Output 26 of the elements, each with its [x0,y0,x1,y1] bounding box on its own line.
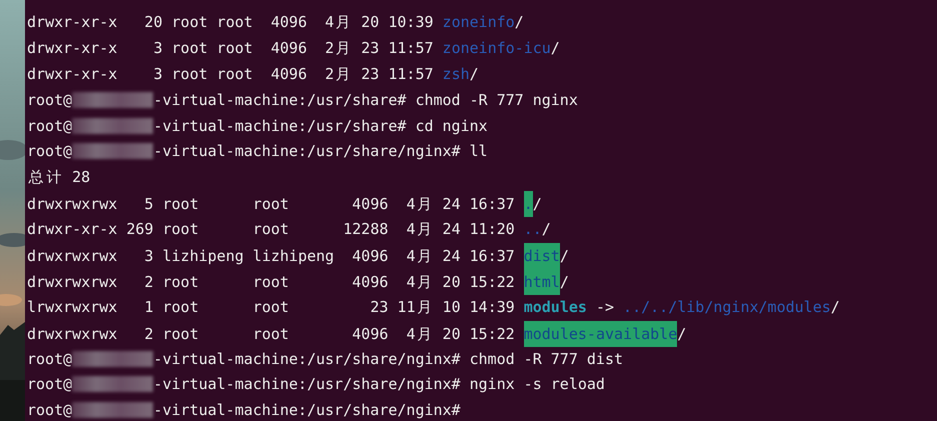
file-details: drwxrwxrwx 2 root root 4096 4月 20 15:22 [27,272,516,291]
file-details: drwxrwxrwx 2 root root 4096 4月 20 15:22 [27,324,516,343]
file-details: drwxr-xr-x 3 root root 4096 2月 23 11:57 [27,64,434,83]
directory-name: zoneinfo/ [442,13,524,31]
file-details: drwxr-xr-x 3 root root 4096 2月 23 11:57 [27,38,434,57]
prompt-text: root@ [27,116,72,135]
command-line: -virtual-machine:/usr/share/nginx# [153,401,460,420]
command-line: -virtual-machine:/usr/share# cd nginx [153,116,488,135]
directory-name: zsh/ [442,64,479,83]
prompt-text: root@ [27,142,72,160]
command-line: -virtual-machine:/usr/share/nginx# nginx -s reload [153,375,605,394]
command-line: -virtual-machine:/usr/share/nginx# chmod -R 777 dist [153,350,624,368]
prompt-text: root@ [27,375,72,394]
file-details: drwxr-xr-x 269 root root 12288 4月 24 11:20 [27,220,516,238]
prompt-text: root@ [27,90,72,109]
prompt-text: root@ [27,401,72,420]
symlink-entry: modules -> ../../lib/nginx/modules/ [524,298,840,316]
prompt-text: root@ [27,350,72,368]
file-details: drwxrwxrwx 3 lizhipeng lizhipeng 4096 4月 24 16:37 [27,247,516,266]
file-details: drwxrwxrwx 5 root root 4096 4月 24 16:37 [27,195,516,214]
directory-name: ../ [524,220,551,238]
command-line: -virtual-machine:/usr/share# chmod -R 777 nginx [153,90,578,109]
file-details: drwxr-xr-x 20 root root 4096 4月 20 10:39 [27,13,434,31]
output-text: 总计 28 [28,168,90,186]
directory-name: zoneinfo-icu/ [442,38,560,57]
command-line: -virtual-machine:/usr/share/nginx# ll [153,142,488,160]
